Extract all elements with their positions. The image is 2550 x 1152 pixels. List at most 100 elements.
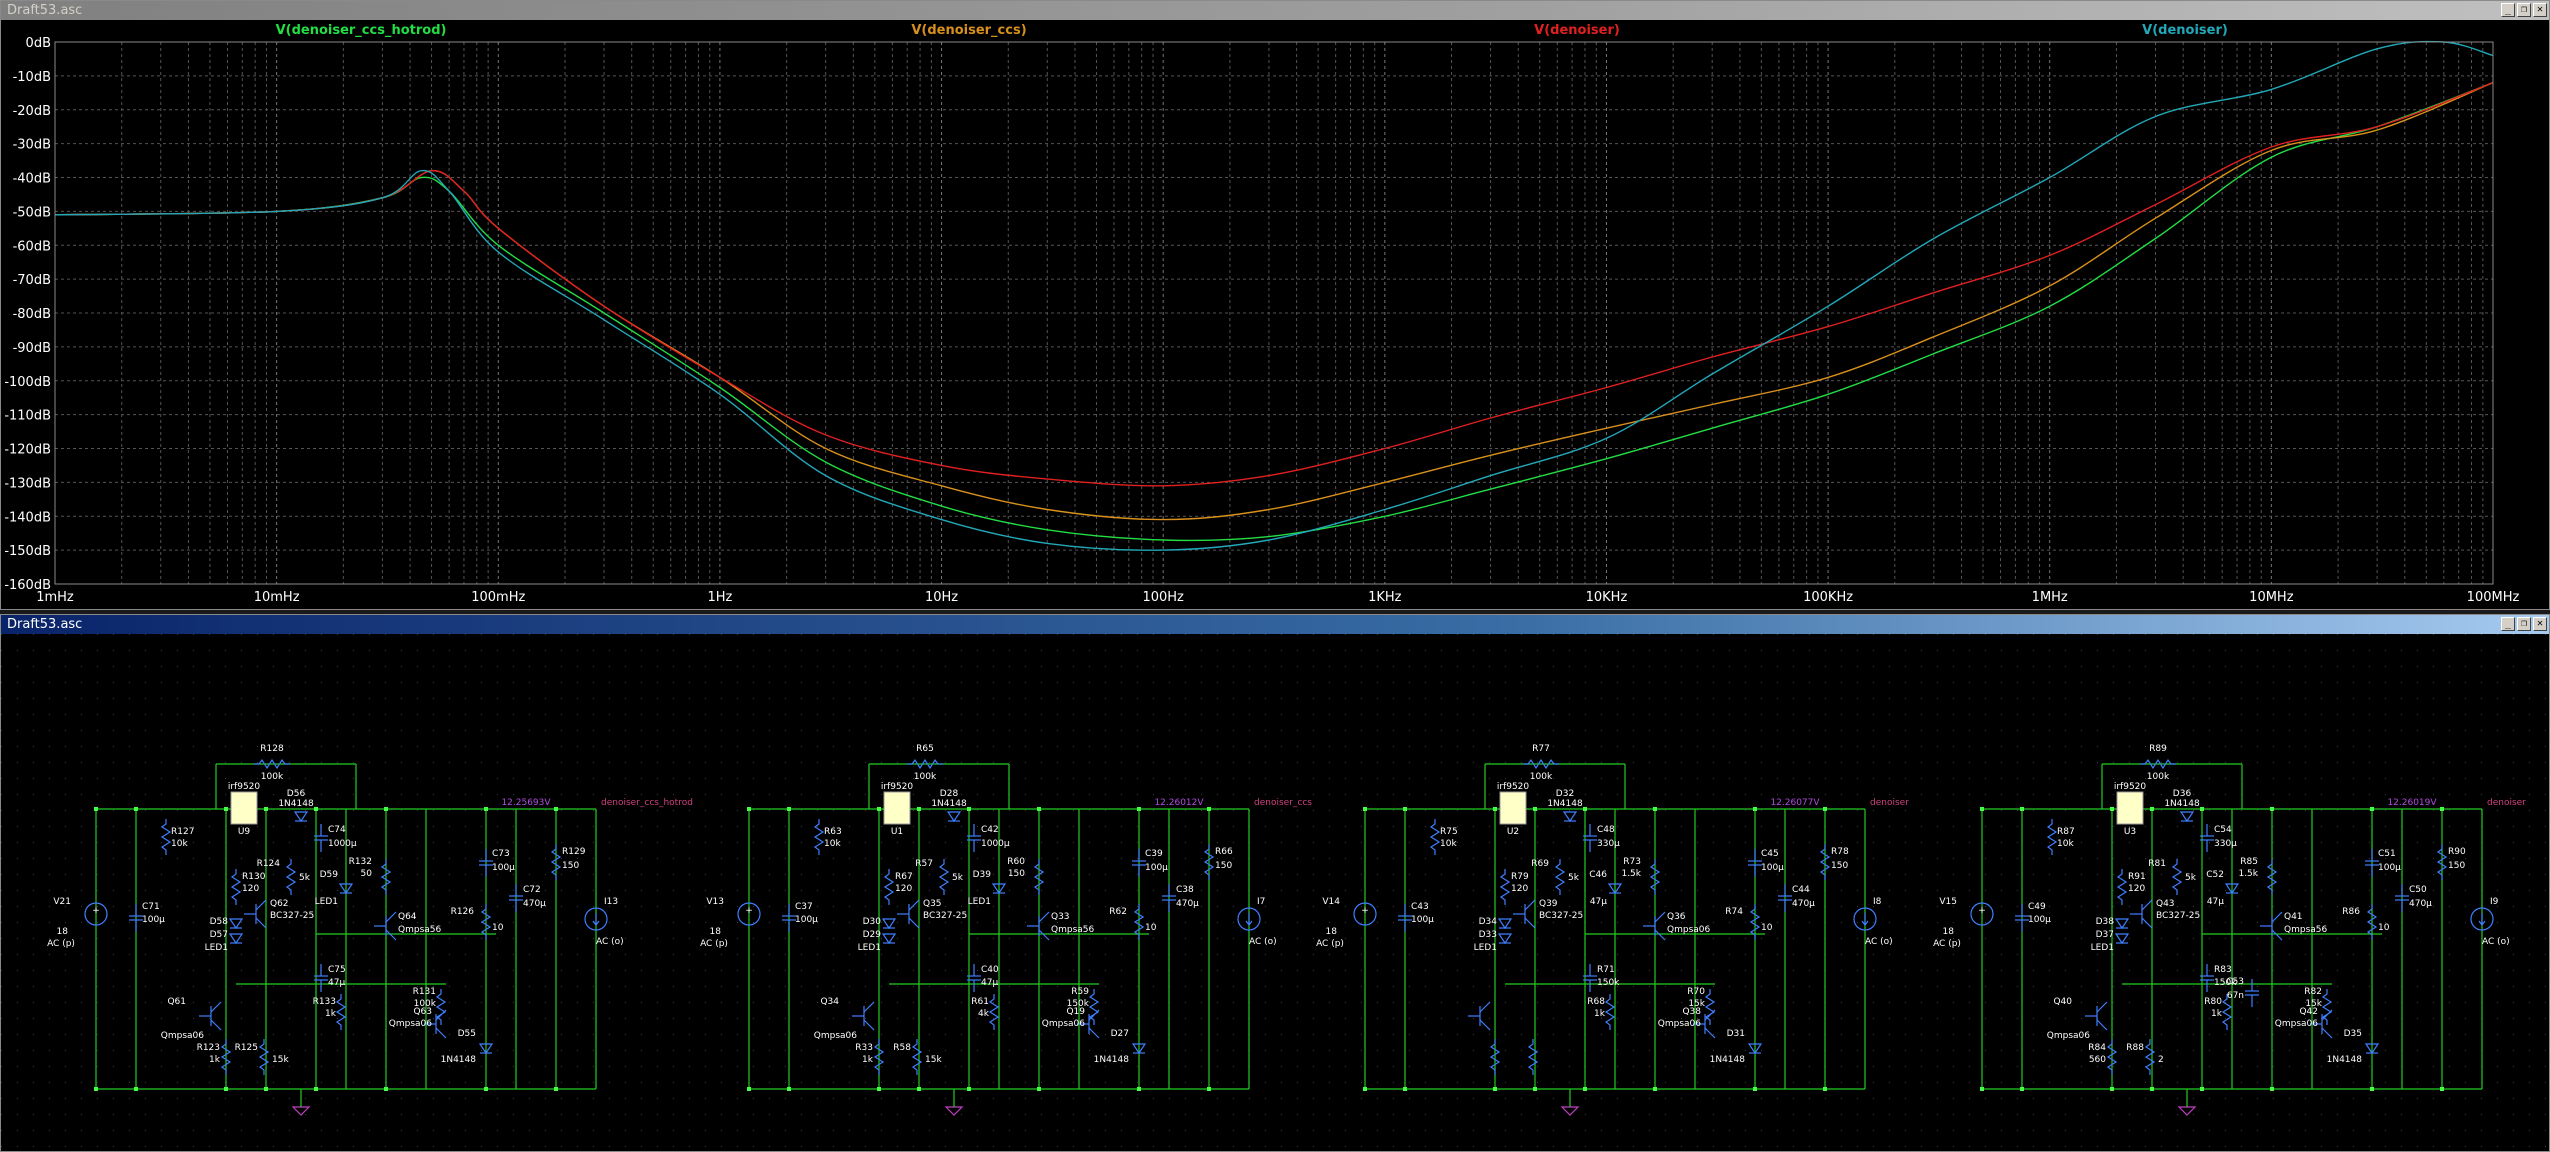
cfilt-value: 1000µ	[981, 839, 1010, 849]
led1-ref: D34	[1479, 917, 1498, 927]
c4-value: 470µ	[2409, 899, 2432, 909]
diode-ref: D36	[2173, 789, 2192, 799]
legend-label-1[interactable]: V(denoiser_ccs)	[911, 23, 1026, 38]
r3-ref: R91	[2128, 872, 2146, 882]
net-label[interactable]: denoiser	[1870, 798, 1909, 808]
junction-dot	[484, 1087, 488, 1091]
r5-value: 50	[361, 869, 373, 879]
x-tick-label: 1KHz	[1368, 590, 1402, 605]
legend-label-0[interactable]: V(denoiser_ccs_hotrod)	[276, 23, 447, 38]
rtop-ref: R127	[171, 827, 194, 837]
r7-ref: R126	[451, 907, 475, 917]
net-label[interactable]: denoiser	[2487, 798, 2526, 808]
junction-dot	[1980, 807, 1984, 811]
y-tick-label: -60dB	[13, 239, 51, 254]
r8-ref: R133	[313, 997, 336, 1007]
mosfet-symbol[interactable]	[1499, 791, 1527, 825]
schematic-window-title: Draft53.asc	[7, 617, 83, 632]
waveform-window-titlebar[interactable]: Draft53.asc	[1, 1, 2549, 20]
legend-label-3[interactable]: V(denoiser)	[2142, 23, 2228, 38]
led1-ref: D30	[863, 917, 882, 927]
x-tick-label: 100KHz	[1803, 590, 1853, 605]
vsrc-ref: V21	[53, 897, 71, 907]
rfb-ref: R89	[2149, 744, 2167, 754]
cin-ref: C43	[1411, 902, 1429, 912]
y-tick-label: -140dB	[4, 510, 51, 525]
r11-ref: R88	[2126, 1043, 2144, 1053]
junction-dot	[1137, 807, 1141, 811]
mosfet-ref: U3	[2124, 827, 2136, 837]
junction-dot	[1403, 1087, 1407, 1091]
d3-ref: D59	[320, 870, 339, 880]
junction-dot	[1403, 807, 1407, 811]
junction-dot	[787, 807, 791, 811]
rtop-value: 10k	[2057, 839, 2074, 849]
schematic-window[interactable]: Draft53.asc _ ❐ ✕ + V21 18 AC (p) C71 100µ R12…	[0, 614, 2550, 1152]
x-tick-label: 10MHz	[2249, 590, 2294, 605]
junction-dot	[1753, 1087, 1757, 1091]
r6-value: 150	[2448, 861, 2465, 871]
close-button[interactable]: ✕	[2533, 617, 2547, 631]
x-tick-label: 100mHz	[471, 590, 525, 605]
r7-ref: R86	[2342, 907, 2360, 917]
q3-value: Qmpsa06	[1658, 1019, 1701, 1029]
junction-dot	[2200, 1087, 2204, 1091]
c5-ref: C75	[328, 965, 346, 975]
q4-ref: Q61	[167, 997, 186, 1007]
junction-dot	[2020, 1087, 2024, 1091]
restore-button[interactable]: ❐	[2517, 3, 2531, 17]
bode-plot[interactable]: 0dB -10dB -20dB -30dB -40dB -50dB -60dB -70dB -8…	[1, 20, 2549, 609]
x-tick-label: 1Hz	[707, 590, 732, 605]
q3-ref: Q38	[1682, 1007, 1701, 1017]
net-label[interactable]: denoiser_ccs	[1254, 798, 1312, 808]
mosfet-symbol[interactable]	[883, 791, 911, 825]
x-tick-label: 10mHz	[254, 590, 300, 605]
restore-button[interactable]: ❐	[2517, 617, 2531, 631]
x-tick-label: 100Hz	[1142, 590, 1184, 605]
junction-dot	[2150, 807, 2154, 811]
c4-value: 470µ	[523, 899, 546, 909]
junction-dot	[224, 1087, 228, 1091]
node-voltage: 12.26019V	[2387, 798, 2437, 808]
waveform-window[interactable]: Draft53.asc _ ❐ ✕ 0dB -10dB -20dB -30dB -40d…	[0, 0, 2550, 610]
r4-ref: R81	[2148, 859, 2166, 869]
mosfet-symbol[interactable]	[230, 791, 258, 825]
diode-value: 1N4148	[278, 799, 314, 809]
junction-dot	[1823, 1087, 1827, 1091]
minimize-button[interactable]: _	[2501, 3, 2515, 17]
minimize-button[interactable]: _	[2501, 617, 2515, 631]
rfb-value: 100k	[2147, 772, 2170, 782]
schematic-canvas[interactable]: +V2118AC (p)C71100µR12710kR128100kirf952…	[1, 634, 2549, 1151]
r9-ref: R59	[1071, 987, 1089, 997]
led-value: LED1	[1474, 943, 1497, 953]
close-button[interactable]: ✕	[2533, 3, 2547, 17]
legend-label-2[interactable]: V(denoiser)	[1534, 23, 1620, 38]
r6-value: 150	[1831, 861, 1848, 871]
junction-dot	[314, 1087, 318, 1091]
junction-dot	[917, 807, 921, 811]
schematic-window-titlebar[interactable]: Draft53.asc	[1, 615, 2549, 634]
rfb-ref: R77	[1532, 744, 1550, 754]
diode-ref: D32	[1556, 789, 1574, 799]
junction-dot	[384, 1087, 388, 1091]
r7-value: 10	[1145, 923, 1157, 933]
junction-dot	[1533, 1087, 1537, 1091]
c4-ref: C72	[523, 885, 541, 895]
vsrc-ref: V14	[1322, 897, 1340, 907]
vsrc-ac: AC (p)	[1316, 939, 1344, 949]
r8-value: 4k	[978, 1009, 990, 1019]
junction-dot	[787, 1087, 791, 1091]
r11-value: 15k	[925, 1055, 942, 1065]
q1-value: BC327-25	[2156, 911, 2200, 921]
junction-dot	[1493, 807, 1497, 811]
led2-ref: D37	[2096, 930, 2114, 940]
r8-value: 1k	[325, 1009, 337, 1019]
junction-dot	[2440, 1087, 2444, 1091]
y-tick-label: -50dB	[13, 205, 51, 220]
junction-dot	[1363, 807, 1367, 811]
mosfet-ref: U9	[238, 827, 251, 837]
net-label[interactable]: denoiser_ccs_hotrod	[601, 798, 693, 808]
d3-value: LED1	[315, 897, 338, 907]
mosfet-symbol[interactable]	[2116, 791, 2144, 825]
y-tick-label: -120dB	[4, 443, 51, 458]
